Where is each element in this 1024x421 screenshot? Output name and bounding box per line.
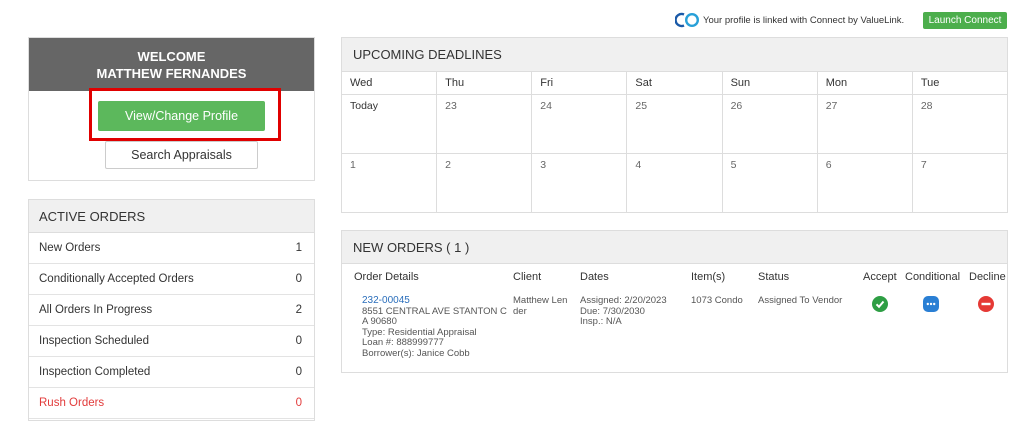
active-order-count: 0	[295, 335, 302, 347]
deadlines-title: UPCOMING DEADLINES	[342, 38, 1007, 72]
column-header-items: Item(s)	[691, 271, 726, 283]
order-loan: Loan #: 888999777	[362, 337, 444, 348]
active-order-rush[interactable]: Rush Orders 0	[29, 388, 314, 419]
active-order-label: Inspection Completed	[39, 366, 151, 378]
active-order-inspection-scheduled[interactable]: Inspection Scheduled 0	[29, 326, 314, 357]
column-header-conditional: Conditional	[905, 271, 961, 283]
active-order-count: 0	[295, 397, 302, 409]
check-circle-icon	[875, 300, 885, 309]
calendar-day[interactable]: 1	[342, 154, 438, 213]
weekday-label: Sat	[627, 72, 723, 94]
active-order-count: 2	[295, 304, 302, 316]
client-name-line: der	[513, 305, 527, 317]
calendar-day[interactable]: 5	[723, 154, 818, 213]
calendar-day[interactable]: 26	[723, 95, 818, 153]
calendar-day[interactable]: 24	[532, 95, 628, 153]
active-order-label: Conditionally Accepted Orders	[39, 273, 194, 285]
weekday-label: Mon	[818, 72, 913, 94]
column-header-status: Status	[758, 271, 790, 283]
inspection-date: Insp.: N/A	[580, 316, 622, 327]
column-header-dates: Dates	[580, 271, 609, 283]
status-cell: Assigned To Vendor	[758, 295, 843, 306]
calendar-day[interactable]: 7	[913, 154, 1007, 213]
active-order-label: All Orders In Progress	[39, 304, 153, 316]
calendar-week-row: Today 23 24 25 26 27 28	[342, 95, 1007, 154]
weekday-label: Wed	[342, 72, 438, 94]
items-cell: 1073 Condo	[691, 295, 743, 306]
view-change-profile-button[interactable]: View/Change Profile	[98, 101, 265, 131]
top-bar: Your profile is linked with Connect by V…	[0, 0, 1024, 34]
active-orders-panel: ACTIVE ORDERS New Orders 1 Conditionally…	[28, 199, 315, 421]
column-header-order-details: Order Details	[354, 271, 419, 283]
weekday-label: Fri	[532, 72, 628, 94]
calendar-week-row: 1 2 3 4 5 6 7	[342, 154, 1007, 213]
active-order-inspection-completed[interactable]: Inspection Completed 0	[29, 357, 314, 388]
upcoming-deadlines-panel: UPCOMING DEADLINES Wed Thu Fri Sat Sun M…	[341, 37, 1008, 213]
column-header-decline: Decline	[969, 271, 1006, 283]
calendar-day-today[interactable]: Today	[342, 95, 438, 153]
client-cell: Matthew Len der	[513, 295, 568, 317]
connect-status-text: Your profile is linked with Connect by V…	[703, 15, 905, 26]
order-address-line: A 90680	[362, 316, 397, 327]
order-borrower: Borrower(s): Janice Cobb	[362, 347, 470, 359]
client-name-line: Matthew Len	[513, 295, 568, 306]
welcome-title: WELCOME	[137, 49, 206, 64]
column-header-accept: Accept	[863, 271, 897, 283]
active-order-in-progress[interactable]: All Orders In Progress 2	[29, 295, 314, 326]
conditional-chat-bubble-icon[interactable]	[923, 296, 939, 312]
weekday-label: Tue	[920, 77, 940, 89]
launch-connect-button[interactable]: Launch Connect	[923, 12, 1007, 29]
order-id-link[interactable]: 232-00045	[362, 295, 512, 307]
calendar-day[interactable]: 6	[818, 154, 913, 213]
active-order-label: New Orders	[39, 242, 101, 254]
assigned-date: Assigned: 2/20/2023	[580, 295, 667, 306]
calendar-day[interactable]: 27	[818, 95, 913, 153]
active-order-count: 0	[295, 366, 302, 378]
active-order-label: Inspection Scheduled	[39, 335, 149, 347]
search-appraisals-button[interactable]: Search Appraisals	[105, 141, 258, 169]
calendar-day[interactable]: 28	[913, 95, 1007, 153]
calendar-weekday-row: Wed Thu Fri Sat Sun Mon Tue	[342, 72, 1007, 95]
accept-check-circle-icon[interactable]	[872, 296, 888, 312]
active-order-count: 1	[295, 242, 302, 254]
calendar-day[interactable]: 25	[627, 95, 723, 153]
order-details-cell: 232-00045 8551 CENTRAL AVE STANTON C A 9…	[362, 295, 512, 359]
calendar-day[interactable]: 23	[437, 95, 533, 153]
active-orders-title: ACTIVE ORDERS	[29, 200, 314, 233]
minus-circle-icon	[981, 302, 991, 306]
weekday-label: Thu	[437, 72, 533, 94]
calendar-day[interactable]: 3	[532, 154, 628, 213]
decline-minus-circle-icon[interactable]	[978, 296, 994, 312]
weekday-label: Sun	[723, 72, 818, 94]
welcome-header: WELCOME MATTHEW FERNANDES	[29, 38, 314, 91]
user-name: MATTHEW FERNANDES	[96, 66, 247, 81]
dates-cell: Assigned: 2/20/2023 Due: 7/30/2030 Insp.…	[580, 295, 667, 328]
active-order-conditionally-accepted[interactable]: Conditionally Accepted Orders 0	[29, 264, 314, 295]
calendar-day[interactable]: 4	[627, 154, 723, 213]
new-orders-panel: NEW ORDERS ( 1 ) Order Details Client Da…	[341, 230, 1008, 373]
active-order-count: 0	[295, 273, 302, 285]
column-header-client: Client	[513, 271, 542, 283]
chat-bubble-icon	[926, 302, 936, 306]
active-order-label: Rush Orders	[39, 397, 105, 409]
calendar-day[interactable]: 2	[437, 154, 533, 213]
new-orders-title: NEW ORDERS ( 1 )	[342, 231, 1007, 264]
active-order-new[interactable]: New Orders 1	[29, 233, 314, 264]
connect-logo-icon	[675, 12, 700, 28]
